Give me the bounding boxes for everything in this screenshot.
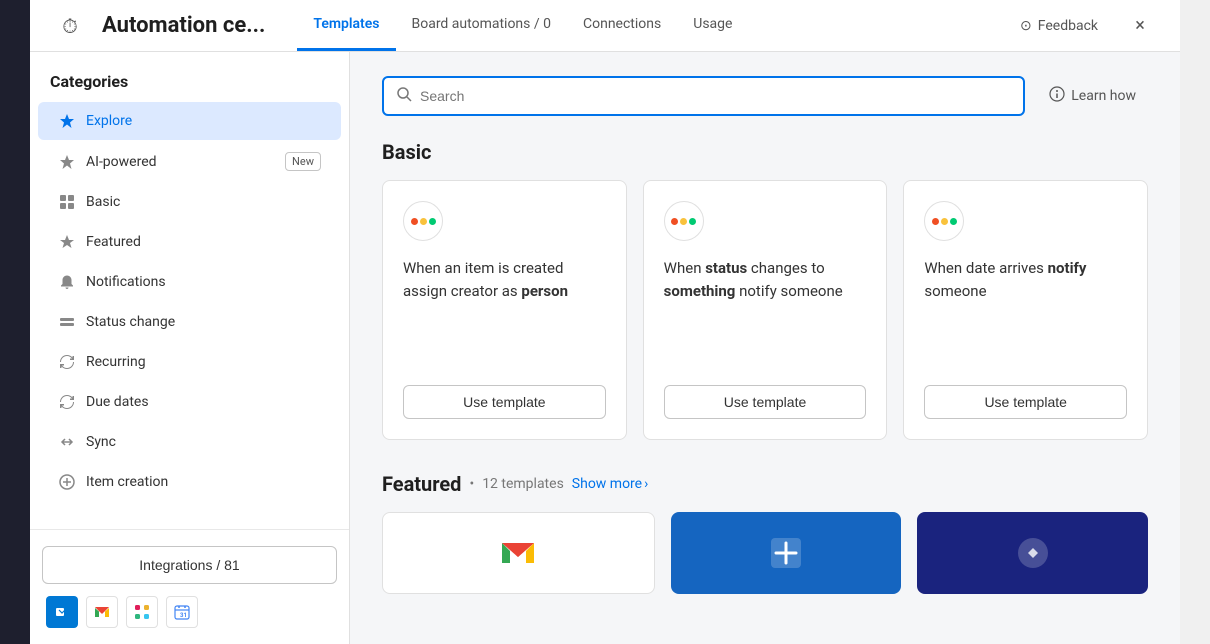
due-dates-icon <box>58 393 76 411</box>
card-logo-1 <box>403 201 443 241</box>
status-change-icon <box>58 313 76 331</box>
sidebar-item-ai-powered[interactable]: AI-powered New <box>38 142 341 181</box>
featured-card-blue <box>671 512 902 594</box>
item-creation-label: Item creation <box>86 474 321 490</box>
sidebar-item-notifications[interactable]: Notifications <box>38 263 341 301</box>
integrations-button[interactable]: Integrations / 81 <box>42 546 337 584</box>
automation-icon: ⏱ <box>54 10 86 42</box>
sidebar-item-featured[interactable]: Featured <box>38 223 341 261</box>
modal-header: ⏱ Automation ce... Templates Board autom… <box>30 0 1180 52</box>
card-text-2: When status changes to something notify … <box>664 257 867 369</box>
explore-icon <box>58 112 76 130</box>
modal-overlay: ⏱ Automation ce... Templates Board autom… <box>30 0 1180 644</box>
featured-card-gmail <box>382 512 655 594</box>
close-button[interactable]: × <box>1124 10 1156 42</box>
sidebar-bottom: Integrations / 81 <box>30 529 349 644</box>
sidebar-item-recurring[interactable]: Recurring <box>38 343 341 381</box>
basic-label: Basic <box>86 194 321 210</box>
card-logo-3 <box>924 201 964 241</box>
categories-title: Categories <box>30 52 349 101</box>
app-sidebar <box>0 0 30 644</box>
feedback-icon: ⊙ <box>1020 18 1032 34</box>
header-tabs: Templates Board automations / 0 Connecti… <box>297 0 748 51</box>
learn-how-icon <box>1049 86 1065 106</box>
status-change-label: Status change <box>86 314 321 330</box>
template-card-2: When status changes to something notify … <box>643 180 888 440</box>
sidebar-item-due-dates[interactable]: Due dates <box>38 383 341 421</box>
feedback-button[interactable]: ⊙ Feedback <box>1010 12 1108 40</box>
tab-board-automations[interactable]: Board automations / 0 <box>396 0 567 51</box>
sync-icon <box>58 433 76 451</box>
right-bg <box>1180 0 1210 644</box>
tab-usage[interactable]: Usage <box>677 0 748 51</box>
learn-how-button[interactable]: Learn how <box>1037 78 1148 114</box>
outlook-icon <box>46 596 78 628</box>
featured-card-dark <box>917 512 1148 594</box>
calendar-icon: 31 <box>166 596 198 628</box>
sidebar-item-item-creation[interactable]: Item creation <box>38 463 341 501</box>
use-template-button-2[interactable]: Use template <box>664 385 867 419</box>
card-logo-2 <box>664 201 704 241</box>
slack-icon <box>126 596 158 628</box>
sidebar-item-explore[interactable]: Explore <box>38 102 341 140</box>
item-creation-icon <box>58 473 76 491</box>
use-template-button-3[interactable]: Use template <box>924 385 1127 419</box>
page-title: Automation ce... <box>102 13 265 38</box>
feedback-label: Feedback <box>1038 18 1098 34</box>
featured-section-title: Featured <box>382 472 461 496</box>
integration-icons: 31 <box>42 596 337 628</box>
due-dates-label: Due dates <box>86 394 321 410</box>
featured-bullet: • <box>469 476 474 492</box>
svg-text:31: 31 <box>180 612 187 619</box>
notifications-label: Notifications <box>86 274 321 290</box>
tab-connections[interactable]: Connections <box>567 0 677 51</box>
gmail-icon <box>86 596 118 628</box>
modal-body: Categories Explore AI-powered New <box>30 52 1180 644</box>
card-text-3: When date arrives notify someone <box>924 257 1127 369</box>
featured-cards-row <box>382 512 1148 594</box>
recurring-label: Recurring <box>86 354 321 370</box>
recurring-icon <box>58 353 76 371</box>
search-wrapper <box>382 76 1025 116</box>
notifications-icon <box>58 273 76 291</box>
show-more-label: Show more <box>572 476 642 492</box>
main-content: Learn how Basic When an ite <box>350 52 1180 644</box>
sidebar-item-status-change[interactable]: Status change <box>38 303 341 341</box>
show-more-chevron: › <box>644 476 648 492</box>
basic-icon <box>58 193 76 211</box>
sidebar-item-basic[interactable]: Basic <box>38 183 341 221</box>
sync-label: Sync <box>86 434 321 450</box>
learn-how-label: Learn how <box>1071 88 1136 104</box>
use-template-button-1[interactable]: Use template <box>403 385 606 419</box>
basic-cards-row: When an item is created assign creator a… <box>382 180 1148 440</box>
search-bar-row: Learn how <box>382 76 1148 116</box>
sidebar-item-sync[interactable]: Sync <box>38 423 341 461</box>
categories-sidebar: Categories Explore AI-powered New <box>30 52 350 644</box>
search-input[interactable] <box>420 88 1011 104</box>
ai-label: AI-powered <box>86 154 275 170</box>
search-icon <box>396 86 412 106</box>
card-text-1: When an item is created assign creator a… <box>403 257 606 369</box>
featured-header: Featured • 12 templates Show more › <box>382 472 1148 496</box>
tab-templates[interactable]: Templates <box>297 0 395 51</box>
featured-count: 12 templates <box>482 476 564 492</box>
template-card-1: When an item is created assign creator a… <box>382 180 627 440</box>
basic-section-title: Basic <box>382 140 1148 164</box>
explore-label: Explore <box>86 113 321 129</box>
new-badge: New <box>285 152 321 171</box>
featured-label: Featured <box>86 234 321 250</box>
show-more-link[interactable]: Show more › <box>572 476 649 492</box>
ai-icon <box>58 153 76 171</box>
featured-icon <box>58 233 76 251</box>
template-card-3: When date arrives notify someone Use tem… <box>903 180 1148 440</box>
